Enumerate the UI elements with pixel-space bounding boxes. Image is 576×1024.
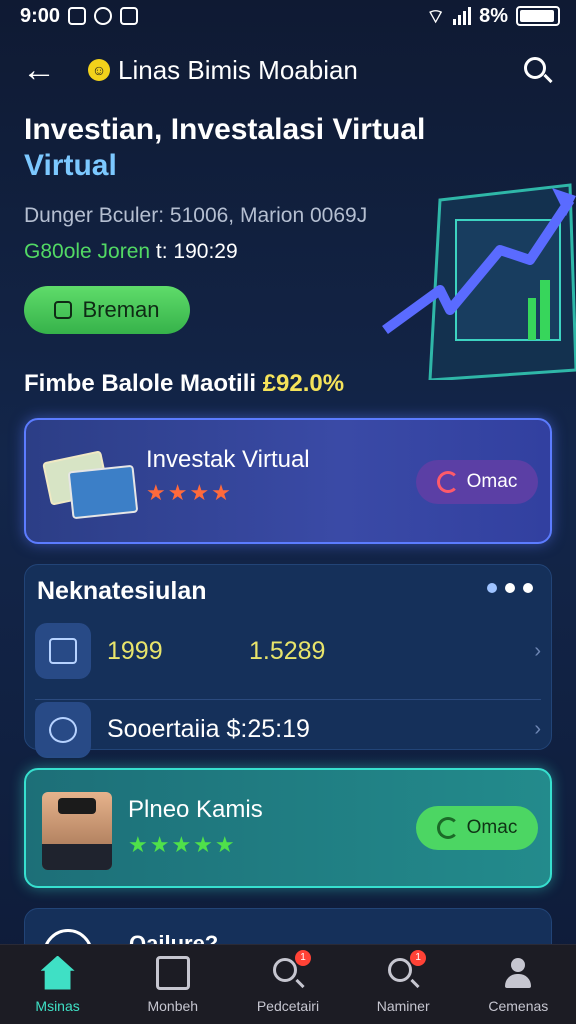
list-item[interactable]: 1999 1.5289 › [35,621,541,681]
list-card: Neknatesiulan 1999 1.5289 › Sooertaiia $… [24,564,552,758]
nav-item-label: Cemenas [488,997,549,1014]
hero-meta-rest: t: 190:29 [150,240,238,263]
app-icon [94,7,113,25]
hero-subtitle: Virtual [24,149,117,182]
search-icon[interactable] [520,53,554,87]
nav-item-news[interactable]: Monbeh [118,955,228,1014]
hero-meta-line1: Dunger Bculer: 51006, Marion 0069J [24,204,368,227]
nav-item-home[interactable]: Msinas [3,955,113,1014]
person-card[interactable]: Plneo Kamis ★★★★★ Omac [24,768,552,888]
refresh-icon [436,471,459,493]
list-item[interactable]: Sooertaiia $:25:19 › [35,699,541,759]
battery-icon [516,6,560,26]
nav-item-profile[interactable]: Cemenas [463,956,573,1014]
back-arrow-icon[interactable]: ← [22,51,62,90]
invest-card-button-label: Omac [466,471,518,492]
newspaper-icon [155,955,190,990]
nav-item-label: Msinas [35,997,80,1014]
nav-item-label: Pedcetairi [256,997,320,1014]
refresh-icon [436,817,459,839]
wifi-icon: ⌔ [426,5,446,28]
hero: Investian, Investalasi Virtual Virtual D… [24,112,564,334]
balance-label: Fimbe Balole Maotili [24,370,263,397]
pencil-icon [35,701,91,758]
status-right: ⌔ 8% [426,4,560,29]
nav-item-search[interactable]: 1 Pedcetairi [233,949,343,1014]
balance-line: Fimbe Balole Maotili £92.0% [24,370,344,398]
invest-card-button[interactable]: Omac [416,460,538,504]
person-card-button-label: Omac [466,817,518,838]
status-time: 9:00 [20,4,61,27]
person-card-button[interactable]: Omac [416,806,538,850]
person-card-name: Plneo Kamis [128,796,263,823]
card-stack-icon [42,446,139,520]
list-card-header: Neknatesiulan [37,577,207,605]
message-icon [68,7,87,25]
header-title-wrap: ☺ Linas Bimis Moabian [88,55,520,86]
nav-item-label: Naminer [376,997,430,1014]
monitor-icon [35,623,91,679]
battery-percent: 8% [479,4,508,27]
primary-button-label: Breman [82,297,160,322]
shield-icon [120,7,139,25]
search-icon: 1 [386,949,427,990]
list-item-value-a: 1999 [107,636,163,665]
chevron-right-icon: › [534,718,541,740]
edit-icon [54,301,73,319]
logo-icon: ☺ [88,59,110,81]
hero-meta-line2: G80ole Joren t: 190:29 [24,240,564,264]
bottom-nav: Msinas Monbeh 1 Pedcetairi 1 Naminer Cem… [0,944,576,1024]
signal-icon [453,7,472,25]
more-options-icon[interactable] [487,583,533,593]
notification-badge: 1 [294,949,311,966]
home-icon [40,955,75,990]
search-icon: 1 [271,949,311,990]
hero-title: Investian, Investalasi Virtual [24,113,426,146]
primary-button[interactable]: Breman [24,286,190,334]
balance-value: £92.0% [262,370,345,397]
invest-card[interactable]: Investak Virtual ★★★★ Omac [24,418,552,544]
invest-card-stars: ★★★★ [146,480,233,505]
chevron-right-icon: › [534,639,541,662]
nav-item-label: Monbeh [147,997,199,1014]
invest-card-title: Investak Virtual [146,446,310,473]
list-item-value-b: 1.5289 [249,636,326,665]
app-header: ← ☺ Linas Bimis Moabian [0,44,576,96]
hero-meta-highlight: G80ole Joren [24,240,151,263]
avatar [42,792,112,870]
status-bar: 9:00 ⌔ 8% [0,0,576,32]
user-icon [501,956,535,990]
person-card-stars: ★★★★★ [128,832,237,857]
notification-badge: 1 [410,949,427,966]
nav-item-explore[interactable]: 1 Naminer [348,949,458,1014]
page-title: Linas Bimis Moabian [118,54,358,85]
list-item-text: Sooertaiia $:25:19 [107,715,310,743]
status-left: 9:00 [20,4,139,28]
